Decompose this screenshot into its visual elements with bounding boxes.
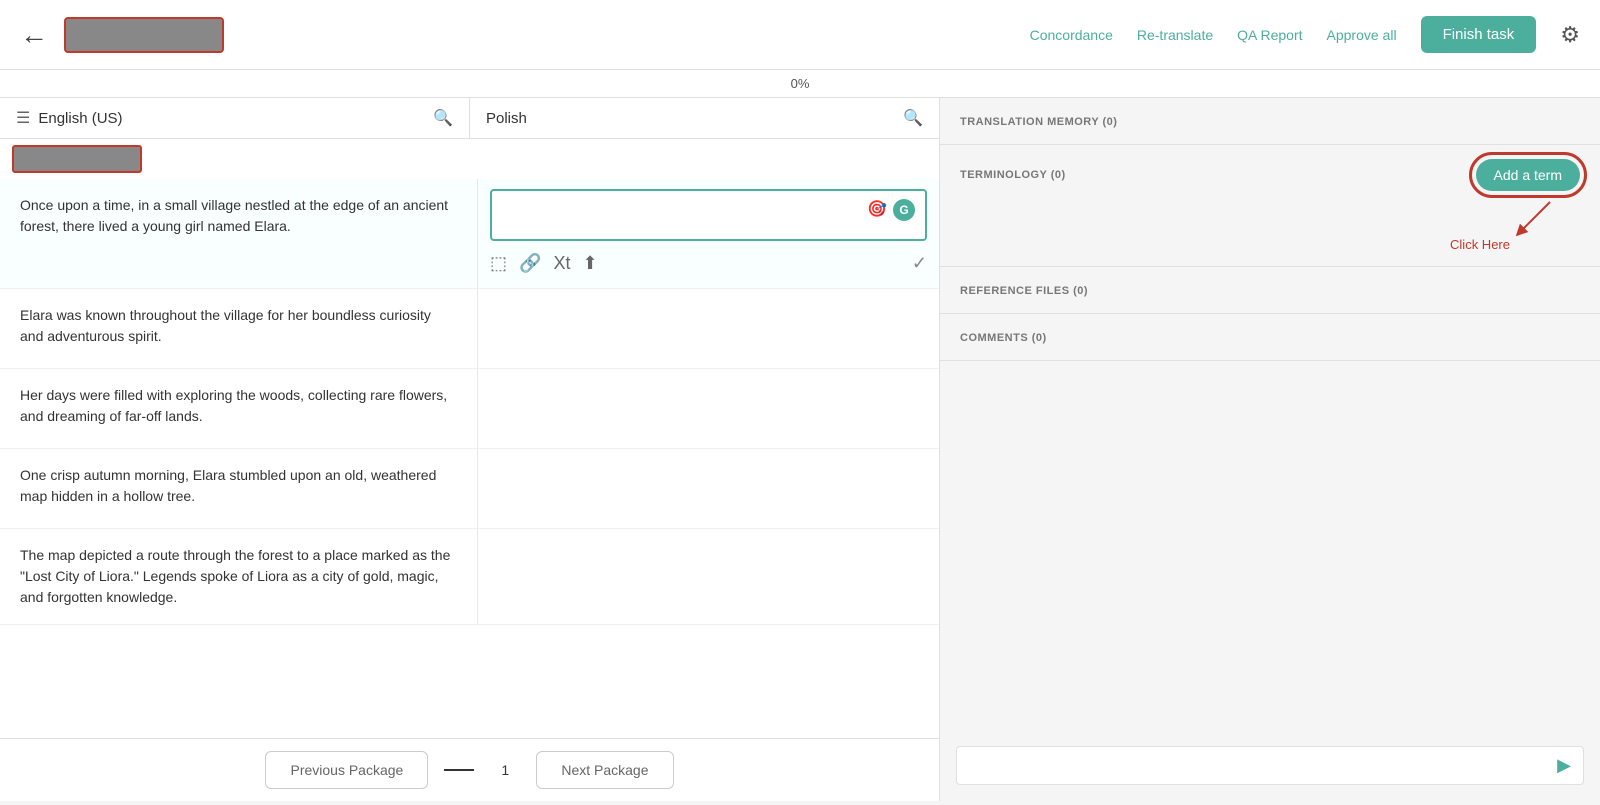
source-lang-label: English (US) bbox=[38, 110, 122, 127]
segment-toolbar: ⬚ 🔗 Xt ⬆ ✓ bbox=[490, 249, 927, 278]
translation-memory-label: TRANSLATION MEMORY (0) bbox=[960, 116, 1117, 128]
settings-icon[interactable]: ⚙ bbox=[1560, 22, 1580, 48]
segment-row: One crisp autumn morning, Elara stumbled… bbox=[0, 449, 939, 529]
page-number-input[interactable] bbox=[490, 762, 520, 778]
progress-text: 0% bbox=[791, 76, 810, 91]
right-panel: TRANSLATION MEMORY (0) TERMINOLOGY (0) A… bbox=[940, 98, 1600, 801]
source-column-header: ☰ English (US) 🔍 bbox=[0, 98, 470, 138]
link-icon[interactable]: 🔗 bbox=[519, 253, 541, 274]
top-bar-left: ← bbox=[20, 17, 224, 53]
segment-source-text: Once upon a time, in a small village nes… bbox=[0, 179, 478, 288]
comments-label: COMMENTS (0) bbox=[960, 332, 1047, 344]
segment-target-area: 🎯 G ⬚ 🔗 Xt ⬆ ✓ bbox=[478, 179, 939, 288]
file-bar-area bbox=[0, 139, 939, 179]
target-column-header: Polish 🔍 bbox=[470, 98, 939, 138]
qa-report-link[interactable]: QA Report bbox=[1237, 27, 1302, 43]
translation-textarea[interactable] bbox=[502, 199, 861, 231]
top-bar-right: Concordance Re-translate QA Report Appro… bbox=[1030, 16, 1580, 53]
terminology-section: TERMINOLOGY (0) Add a term Click Here bbox=[940, 145, 1600, 267]
right-spacer bbox=[940, 361, 1600, 730]
reference-files-label: REFERENCE FILES (0) bbox=[960, 285, 1088, 297]
segment-source-text: Elara was known throughout the village f… bbox=[0, 289, 478, 368]
retranslate-link[interactable]: Re-translate bbox=[1137, 27, 1213, 43]
confirm-icon[interactable]: ✓ bbox=[912, 253, 927, 274]
bottom-navigation: Previous Package Next Package bbox=[0, 738, 939, 801]
add-term-button[interactable]: Add a term bbox=[1476, 159, 1580, 191]
left-panel: ☰ English (US) 🔍 Polish 🔍 Once upon a ti… bbox=[0, 98, 940, 801]
approve-all-link[interactable]: Approve all bbox=[1327, 27, 1397, 43]
back-button[interactable]: ← bbox=[20, 19, 48, 51]
previous-package-button[interactable]: Previous Package bbox=[265, 751, 428, 789]
translation-memory-section: TRANSLATION MEMORY (0) bbox=[940, 98, 1600, 145]
comment-input-row: ▶ bbox=[956, 746, 1584, 785]
terminology-label: TERMINOLOGY (0) bbox=[960, 169, 1066, 181]
segment-source-text: One crisp autumn morning, Elara stumbled… bbox=[0, 449, 478, 528]
segments-area: Once upon a time, in a small village nes… bbox=[0, 179, 939, 738]
main-container: ☰ English (US) 🔍 Polish 🔍 Once upon a ti… bbox=[0, 98, 1600, 801]
target-search-icon[interactable]: 🔍 bbox=[903, 108, 923, 128]
segment-target-area[interactable] bbox=[478, 369, 939, 448]
progress-bar-area: 0% bbox=[0, 70, 1600, 98]
filter-icon[interactable]: ☰ bbox=[16, 108, 30, 128]
source-search-icon[interactable]: 🔍 bbox=[433, 108, 453, 128]
reference-files-section: REFERENCE FILES (0) bbox=[940, 267, 1600, 314]
segment-row: Elara was known throughout the village f… bbox=[0, 289, 939, 369]
column-headers: ☰ English (US) 🔍 Polish 🔍 bbox=[0, 98, 939, 139]
comment-text-input[interactable] bbox=[969, 758, 1549, 774]
terminology-row: TERMINOLOGY (0) Add a term bbox=[960, 159, 1580, 191]
click-here-label: Click Here bbox=[1450, 237, 1510, 252]
segment-target-area[interactable] bbox=[478, 289, 939, 368]
translation-input-box: 🎯 G bbox=[490, 189, 927, 241]
segment-row: Once upon a time, in a small village nes… bbox=[0, 179, 939, 289]
segment-target-area[interactable] bbox=[478, 529, 939, 624]
segment-source-text: Her days were filled with exploring the … bbox=[0, 369, 478, 448]
comments-section: COMMENTS (0) bbox=[940, 314, 1600, 361]
right-main: TRANSLATION MEMORY (0) TERMINOLOGY (0) A… bbox=[940, 98, 1600, 801]
page-divider bbox=[444, 769, 474, 771]
tm-match-icon[interactable]: 🎯 bbox=[867, 199, 887, 219]
concordance-link[interactable]: Concordance bbox=[1030, 27, 1113, 43]
arrow-annotation-svg bbox=[1490, 197, 1570, 237]
finish-task-button[interactable]: Finish task bbox=[1421, 16, 1537, 53]
segment-row: The map depicted a route through the for… bbox=[0, 529, 939, 625]
upload-icon[interactable]: ⬆ bbox=[582, 253, 597, 274]
target-lang-label: Polish bbox=[486, 110, 527, 127]
file-name-box bbox=[12, 145, 142, 173]
project-name-box bbox=[64, 17, 224, 53]
google-translate-icon[interactable]: G bbox=[893, 199, 915, 221]
annotation-container: Click Here bbox=[960, 197, 1570, 252]
segment-source-text: The map depicted a route through the for… bbox=[0, 529, 478, 624]
insert-source-icon[interactable]: ⬚ bbox=[490, 253, 507, 274]
top-bar: ← Concordance Re-translate QA Report App… bbox=[0, 0, 1600, 70]
segment-target-area[interactable] bbox=[478, 449, 939, 528]
comment-input-section: ▶ bbox=[940, 730, 1600, 801]
segment-row: Her days were filled with exploring the … bbox=[0, 369, 939, 449]
next-package-button[interactable]: Next Package bbox=[536, 751, 673, 789]
send-comment-icon[interactable]: ▶ bbox=[1557, 755, 1571, 776]
translate-icon[interactable]: Xt bbox=[553, 253, 570, 274]
